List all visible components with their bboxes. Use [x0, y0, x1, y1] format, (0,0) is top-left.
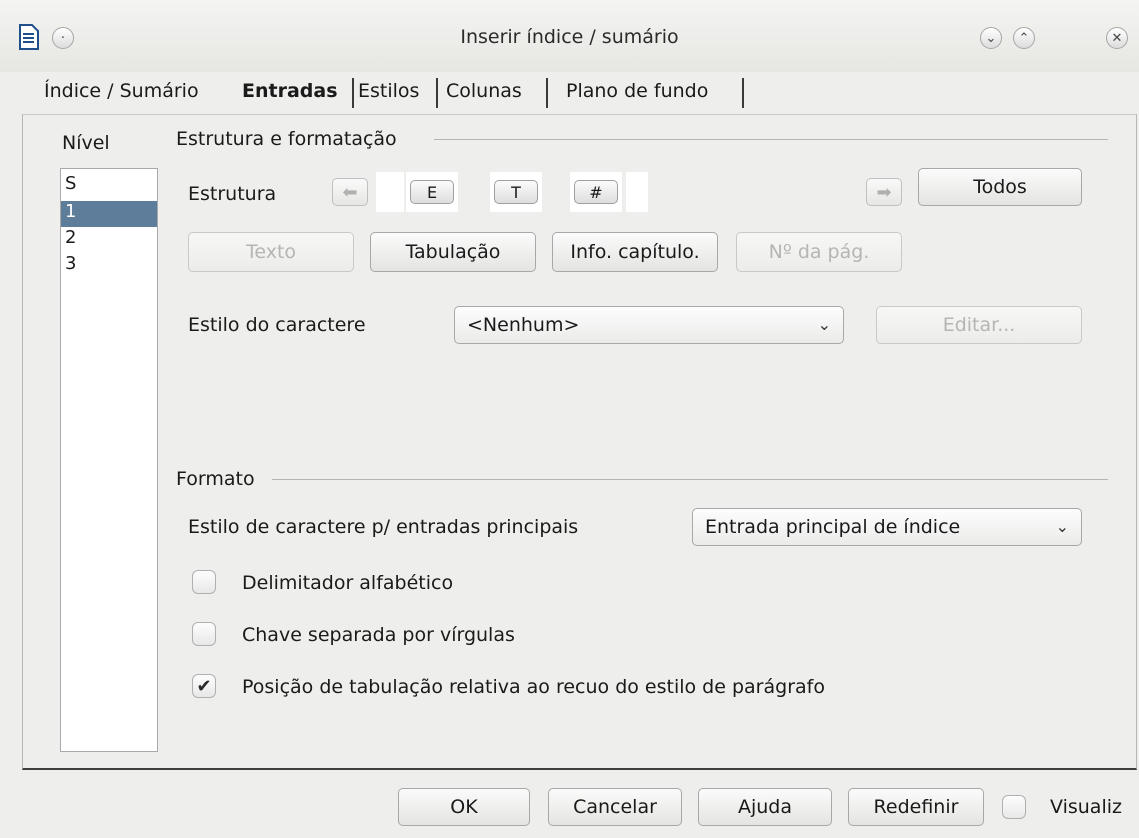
preview-label: Visualiz — [1050, 796, 1122, 818]
all-button[interactable]: Todos — [918, 168, 1082, 206]
tab-position-relative-checkbox[interactable]: ✔ — [192, 674, 216, 698]
edit-button[interactable]: Editar... — [876, 306, 1082, 344]
minimize-icon[interactable]: ⌄ — [980, 27, 1002, 49]
char-style-label: Estilo do caractere — [188, 314, 366, 336]
tab-separator — [742, 78, 744, 108]
insert-text-button[interactable]: Texto — [188, 232, 354, 272]
help-button[interactable]: Ajuda — [698, 788, 832, 826]
char-style-select[interactable]: <Nenhum> ⌄ — [454, 306, 844, 344]
scroll-left-button[interactable]: ⬅ — [332, 178, 368, 206]
reset-button[interactable]: Redefinir — [848, 788, 984, 826]
token-gap — [622, 172, 626, 212]
arrow-left-icon: ⬅ — [342, 181, 358, 203]
char-style-value: <Nenhum> — [467, 314, 580, 336]
chevron-down-icon: ⌄ — [1055, 517, 1069, 536]
tab-separator — [436, 78, 438, 108]
chevron-down-icon: ⌄ — [817, 315, 831, 334]
tab-plano-de-fundo[interactable]: Plano de fundo — [566, 74, 708, 110]
preview-checkbox[interactable] — [1002, 795, 1026, 819]
tab-separator — [352, 78, 354, 108]
token-gap — [404, 172, 406, 212]
tab-content-frame — [22, 114, 1137, 770]
section-divider — [272, 479, 1108, 480]
cancel-button[interactable]: Cancelar — [548, 788, 682, 826]
structure-section-title: Estrutura e formatação — [176, 128, 397, 150]
tab-separator — [546, 78, 548, 108]
window-title: Inserir índice / sumário — [460, 26, 679, 48]
close-icon[interactable]: ✕ — [1106, 27, 1128, 49]
checkmark-icon: ✔ — [196, 675, 212, 697]
main-entry-style-label: Estilo de caractere p/ entradas principa… — [188, 516, 579, 538]
token-entry[interactable]: E — [410, 180, 454, 204]
tab-indice-sumario[interactable]: Índice / Sumário — [44, 74, 199, 110]
arrow-right-icon: ➡ — [876, 181, 892, 203]
insert-chapter-info-button[interactable]: Info. capítulo. — [552, 232, 718, 272]
tab-position-relative-label: Posição de tabulação relativa ao recuo d… — [242, 676, 825, 698]
tab-colunas[interactable]: Colunas — [446, 74, 522, 110]
level-item[interactable]: S — [61, 173, 157, 199]
level-item-selected[interactable]: 1 — [61, 201, 157, 227]
level-item[interactable]: 2 — [61, 227, 157, 253]
insert-tab-button[interactable]: Tabulação — [370, 232, 536, 272]
insert-page-number-button[interactable]: Nº da pág. — [736, 232, 902, 272]
comma-separated-key-checkbox[interactable] — [192, 622, 216, 646]
token-tab[interactable]: T — [494, 180, 538, 204]
tab-entradas[interactable]: Entradas — [242, 74, 338, 110]
level-label: Nível — [62, 132, 110, 154]
token-gap — [542, 172, 570, 212]
structure-label: Estrutura — [188, 183, 277, 205]
main-entry-style-value: Entrada principal de índice — [705, 516, 961, 538]
token-page-number[interactable]: # — [574, 180, 618, 204]
maximize-icon[interactable]: ⌃ — [1013, 27, 1035, 49]
format-section-title: Formato — [176, 468, 255, 490]
main-entry-style-select[interactable]: Entrada principal de índice ⌄ — [692, 508, 1082, 546]
token-gap — [458, 172, 490, 212]
alphabetical-delimiter-label: Delimitador alfabético — [242, 572, 454, 594]
ok-button[interactable]: OK — [398, 788, 530, 826]
level-list[interactable]: S 1 2 3 — [60, 168, 158, 752]
level-item[interactable]: 3 — [61, 253, 157, 279]
alphabetical-delimiter-checkbox[interactable] — [192, 570, 216, 594]
tab-estilos[interactable]: Estilos — [358, 74, 419, 110]
comma-separated-key-label: Chave separada por vírgulas — [242, 624, 515, 646]
section-divider — [434, 139, 1108, 140]
scroll-right-button[interactable]: ➡ — [866, 178, 902, 206]
